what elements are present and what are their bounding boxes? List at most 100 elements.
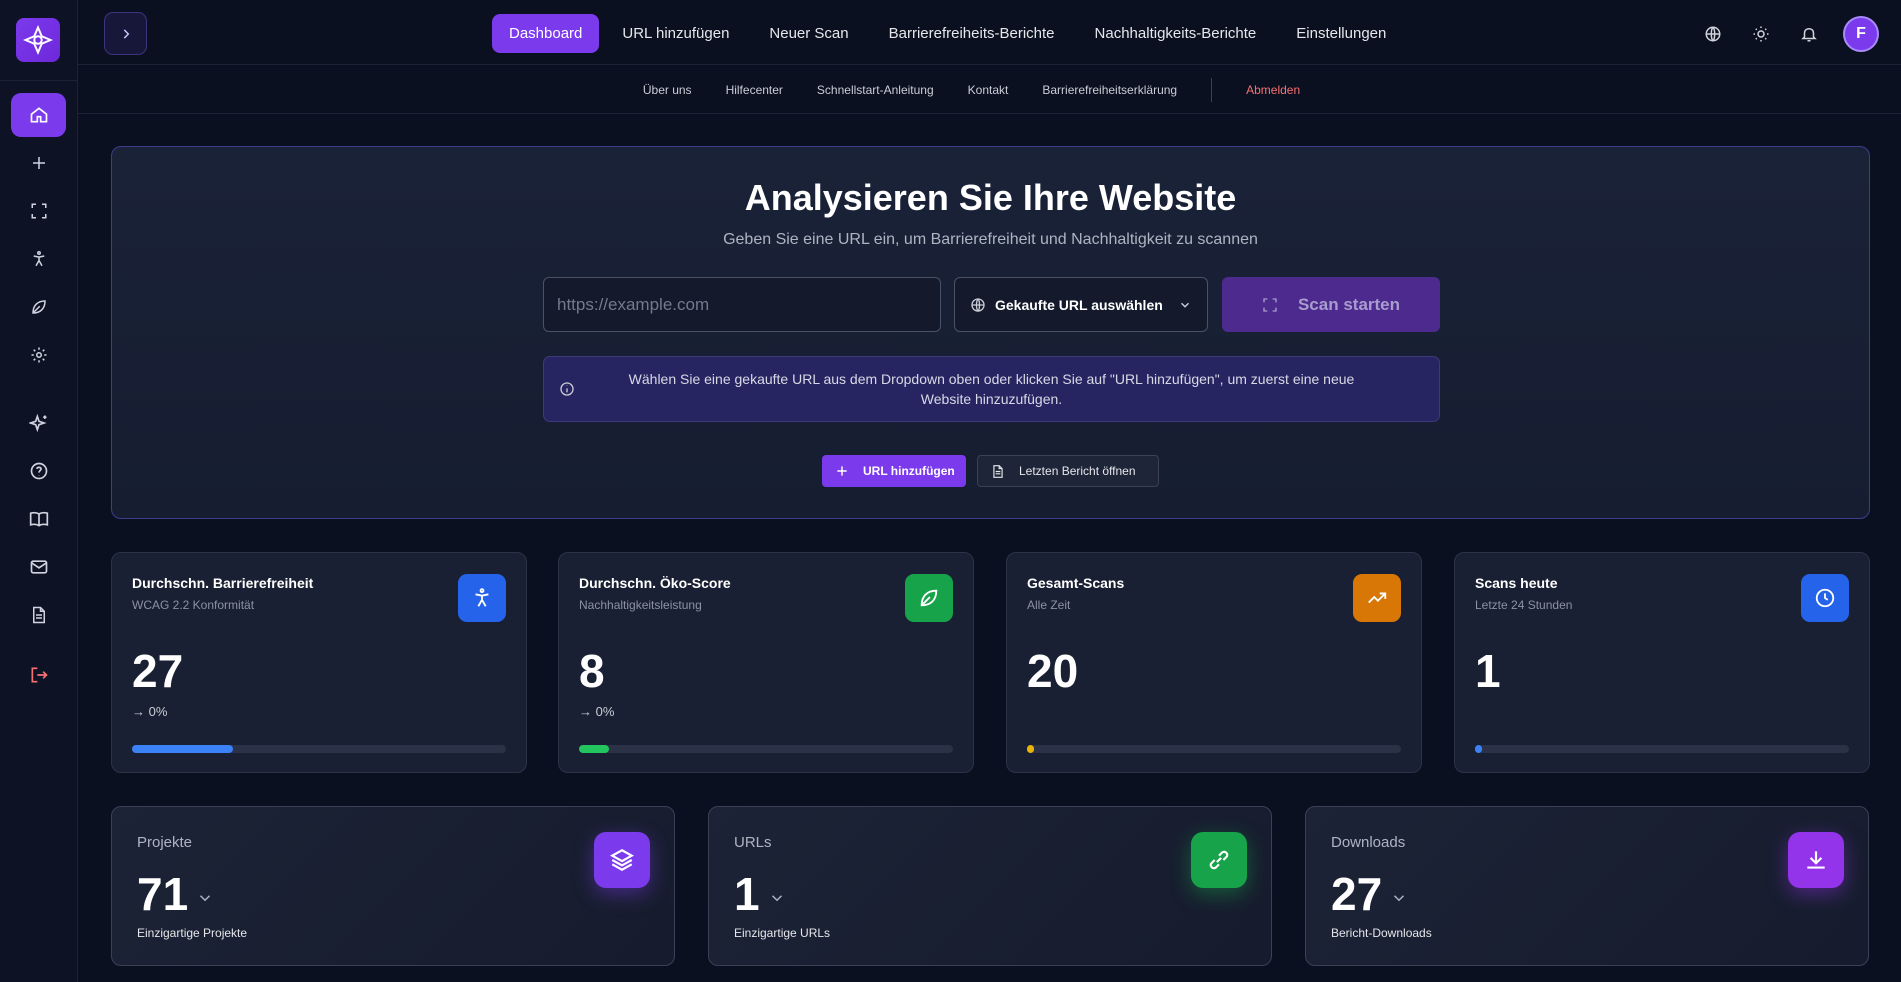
open-last-report-button[interactable]: Letzten Bericht öffnen <box>977 455 1159 487</box>
subnav-ueber-uns[interactable]: Über uns <box>643 83 692 97</box>
chevron-down-icon[interactable] <box>1390 889 1408 907</box>
stat-title: Durchschn. Öko-Score <box>579 575 731 591</box>
scan-frame-icon <box>30 202 48 220</box>
stat-value: 27 <box>132 645 184 697</box>
summary-card-urls[interactable]: URLs 1 Einzigartige URLs <box>708 806 1272 966</box>
nav-dashboard[interactable]: Dashboard <box>492 14 600 53</box>
accessibility-icon <box>30 250 48 268</box>
add-url-label: URL hinzufügen <box>863 464 955 478</box>
stat-card-eco: Durchschn. Öko-Score Nachhaltigkeitsleis… <box>558 552 974 773</box>
leaf-icon <box>30 298 48 316</box>
language-globe-icon[interactable] <box>1699 20 1727 48</box>
progress-fill <box>579 745 609 753</box>
nav-nachhaltigkeits-berichte[interactable]: Nachhaltigkeits-Berichte <box>1078 14 1274 53</box>
sidebar-item-ai[interactable] <box>11 401 66 445</box>
top-actions: F <box>1699 16 1879 52</box>
sidebar-item-logout[interactable] <box>11 653 66 697</box>
nav-barrierefreiheits-berichte[interactable]: Barrierefreiheits-Berichte <box>872 14 1072 53</box>
sidebar-item-docs[interactable] <box>11 497 66 541</box>
sidebar-item-settings[interactable] <box>11 333 66 377</box>
sidebar-item-report[interactable] <box>11 593 66 637</box>
open-report-label: Letzten Bericht öffnen <box>1019 464 1136 478</box>
progress-bar <box>1475 745 1849 753</box>
chevron-down-icon[interactable] <box>196 889 214 907</box>
book-icon <box>29 509 49 529</box>
stat-subtitle: Letzte 24 Stunden <box>1475 598 1573 612</box>
sidebar-item-accessibility[interactable] <box>11 237 66 281</box>
add-url-button[interactable]: URL hinzufügen <box>822 455 966 487</box>
stat-trend: → 0% <box>132 704 168 719</box>
sidebar-item-home[interactable] <box>11 93 66 137</box>
stat-title: Scans heute <box>1475 575 1558 591</box>
sidebar-item-scan[interactable] <box>11 189 66 233</box>
chevron-down-icon[interactable] <box>768 889 786 907</box>
select-label: Gekaufte URL auswählen <box>995 296 1163 313</box>
trending-up-icon <box>1353 574 1401 622</box>
hero-subtitle: Geben Sie eine URL ein, um Barrierefreih… <box>723 231 1258 248</box>
summary-label: Downloads <box>1331 834 1406 851</box>
nav-neuer-scan[interactable]: Neuer Scan <box>752 14 865 53</box>
purchased-url-select[interactable]: Gekaufte URL auswählen <box>954 277 1208 332</box>
gear-icon <box>30 346 48 364</box>
summary-description: Bericht-Downloads <box>1331 926 1432 940</box>
chevron-down-icon <box>1178 298 1192 312</box>
stat-subtitle: Alle Zeit <box>1027 598 1071 612</box>
main-nav: Dashboard URL hinzufügen Neuer Scan Barr… <box>492 14 1403 53</box>
plus-icon <box>30 154 48 172</box>
file-text-icon <box>30 605 48 625</box>
top-navigation: Dashboard URL hinzufügen Neuer Scan Barr… <box>78 0 1901 65</box>
compass-logo-icon[interactable] <box>16 18 60 62</box>
summary-card-projects[interactable]: Projekte 71 Einzigartige Projekte <box>111 806 675 966</box>
info-icon <box>559 381 575 397</box>
scan-frame-icon <box>1262 297 1278 313</box>
stat-subtitle: Nachhaltigkeitsleistung <box>579 598 702 612</box>
info-notice: Wählen Sie eine gekaufte URL aus dem Dro… <box>543 356 1440 422</box>
logout-icon <box>29 665 49 685</box>
summary-description: Einzigartige Projekte <box>137 926 248 940</box>
sidebar-divider <box>0 80 78 81</box>
stat-trend: → 0% <box>579 704 615 719</box>
stat-value: 1 <box>1475 645 1501 697</box>
summary-value: 1 <box>734 868 760 920</box>
scan-start-label: Scan starten <box>1297 294 1401 314</box>
progress-fill <box>1475 745 1483 753</box>
hero-scan-panel: Analysieren Sie Ihre Website Geben Sie e… <box>111 146 1870 519</box>
help-circle-icon <box>29 461 49 481</box>
link-icon <box>1191 832 1247 888</box>
stat-card-scans-today: Scans heute Letzte 24 Stunden 1 <box>1454 552 1870 773</box>
layers-icon <box>594 832 650 888</box>
stat-value: 20 <box>1027 645 1079 697</box>
summary-label: Projekte <box>137 834 193 851</box>
scan-start-button[interactable]: Scan starten <box>1222 277 1440 332</box>
bell-icon[interactable] <box>1795 20 1823 48</box>
plus-icon <box>835 464 849 478</box>
download-icon <box>1788 832 1844 888</box>
subnav-hilfecenter[interactable]: Hilfecenter <box>726 83 783 97</box>
stat-card-total-scans: Gesamt-Scans Alle Zeit 20 <box>1006 552 1422 773</box>
summary-card-downloads[interactable]: Downloads 27 Bericht-Downloads <box>1305 806 1869 966</box>
stat-card-accessibility: Durchschn. Barrierefreiheit WCAG 2.2 Kon… <box>111 552 527 773</box>
info-text: Wählen Sie eine gekaufte URL aus dem Dro… <box>628 371 1355 407</box>
sidebar-item-add[interactable] <box>11 141 66 185</box>
sub-navigation: Über uns Hilfecenter Schnellstart-Anleit… <box>78 66 1901 114</box>
subnav-schnellstart[interactable]: Schnellstart-Anleitung <box>817 83 934 97</box>
file-text-icon <box>991 464 1005 479</box>
stat-title: Durchschn. Barrierefreiheit <box>132 575 314 591</box>
sidebar-item-help[interactable] <box>11 449 66 493</box>
sidebar-item-sustainability[interactable] <box>11 285 66 329</box>
stat-subtitle: WCAG 2.2 Konformität <box>132 598 255 612</box>
stat-value: 8 <box>579 645 605 697</box>
mail-icon <box>29 557 49 577</box>
sidebar-item-contact[interactable] <box>11 545 66 589</box>
sidebar-toggle-button[interactable] <box>104 12 147 55</box>
subnav-kontakt[interactable]: Kontakt <box>968 83 1009 97</box>
home-icon <box>29 105 49 125</box>
avatar[interactable]: F <box>1843 16 1879 52</box>
subnav-barrierefreiheitserklaerung[interactable]: Barrierefreiheitserklärung <box>1042 83 1177 97</box>
progress-bar <box>1027 745 1401 753</box>
subnav-logout-link[interactable]: Abmelden <box>1246 83 1300 97</box>
nav-einstellungen[interactable]: Einstellungen <box>1279 14 1403 53</box>
url-input[interactable] <box>543 277 941 332</box>
nav-url-hinzufuegen[interactable]: URL hinzufügen <box>605 14 746 53</box>
theme-sun-icon[interactable] <box>1747 20 1775 48</box>
